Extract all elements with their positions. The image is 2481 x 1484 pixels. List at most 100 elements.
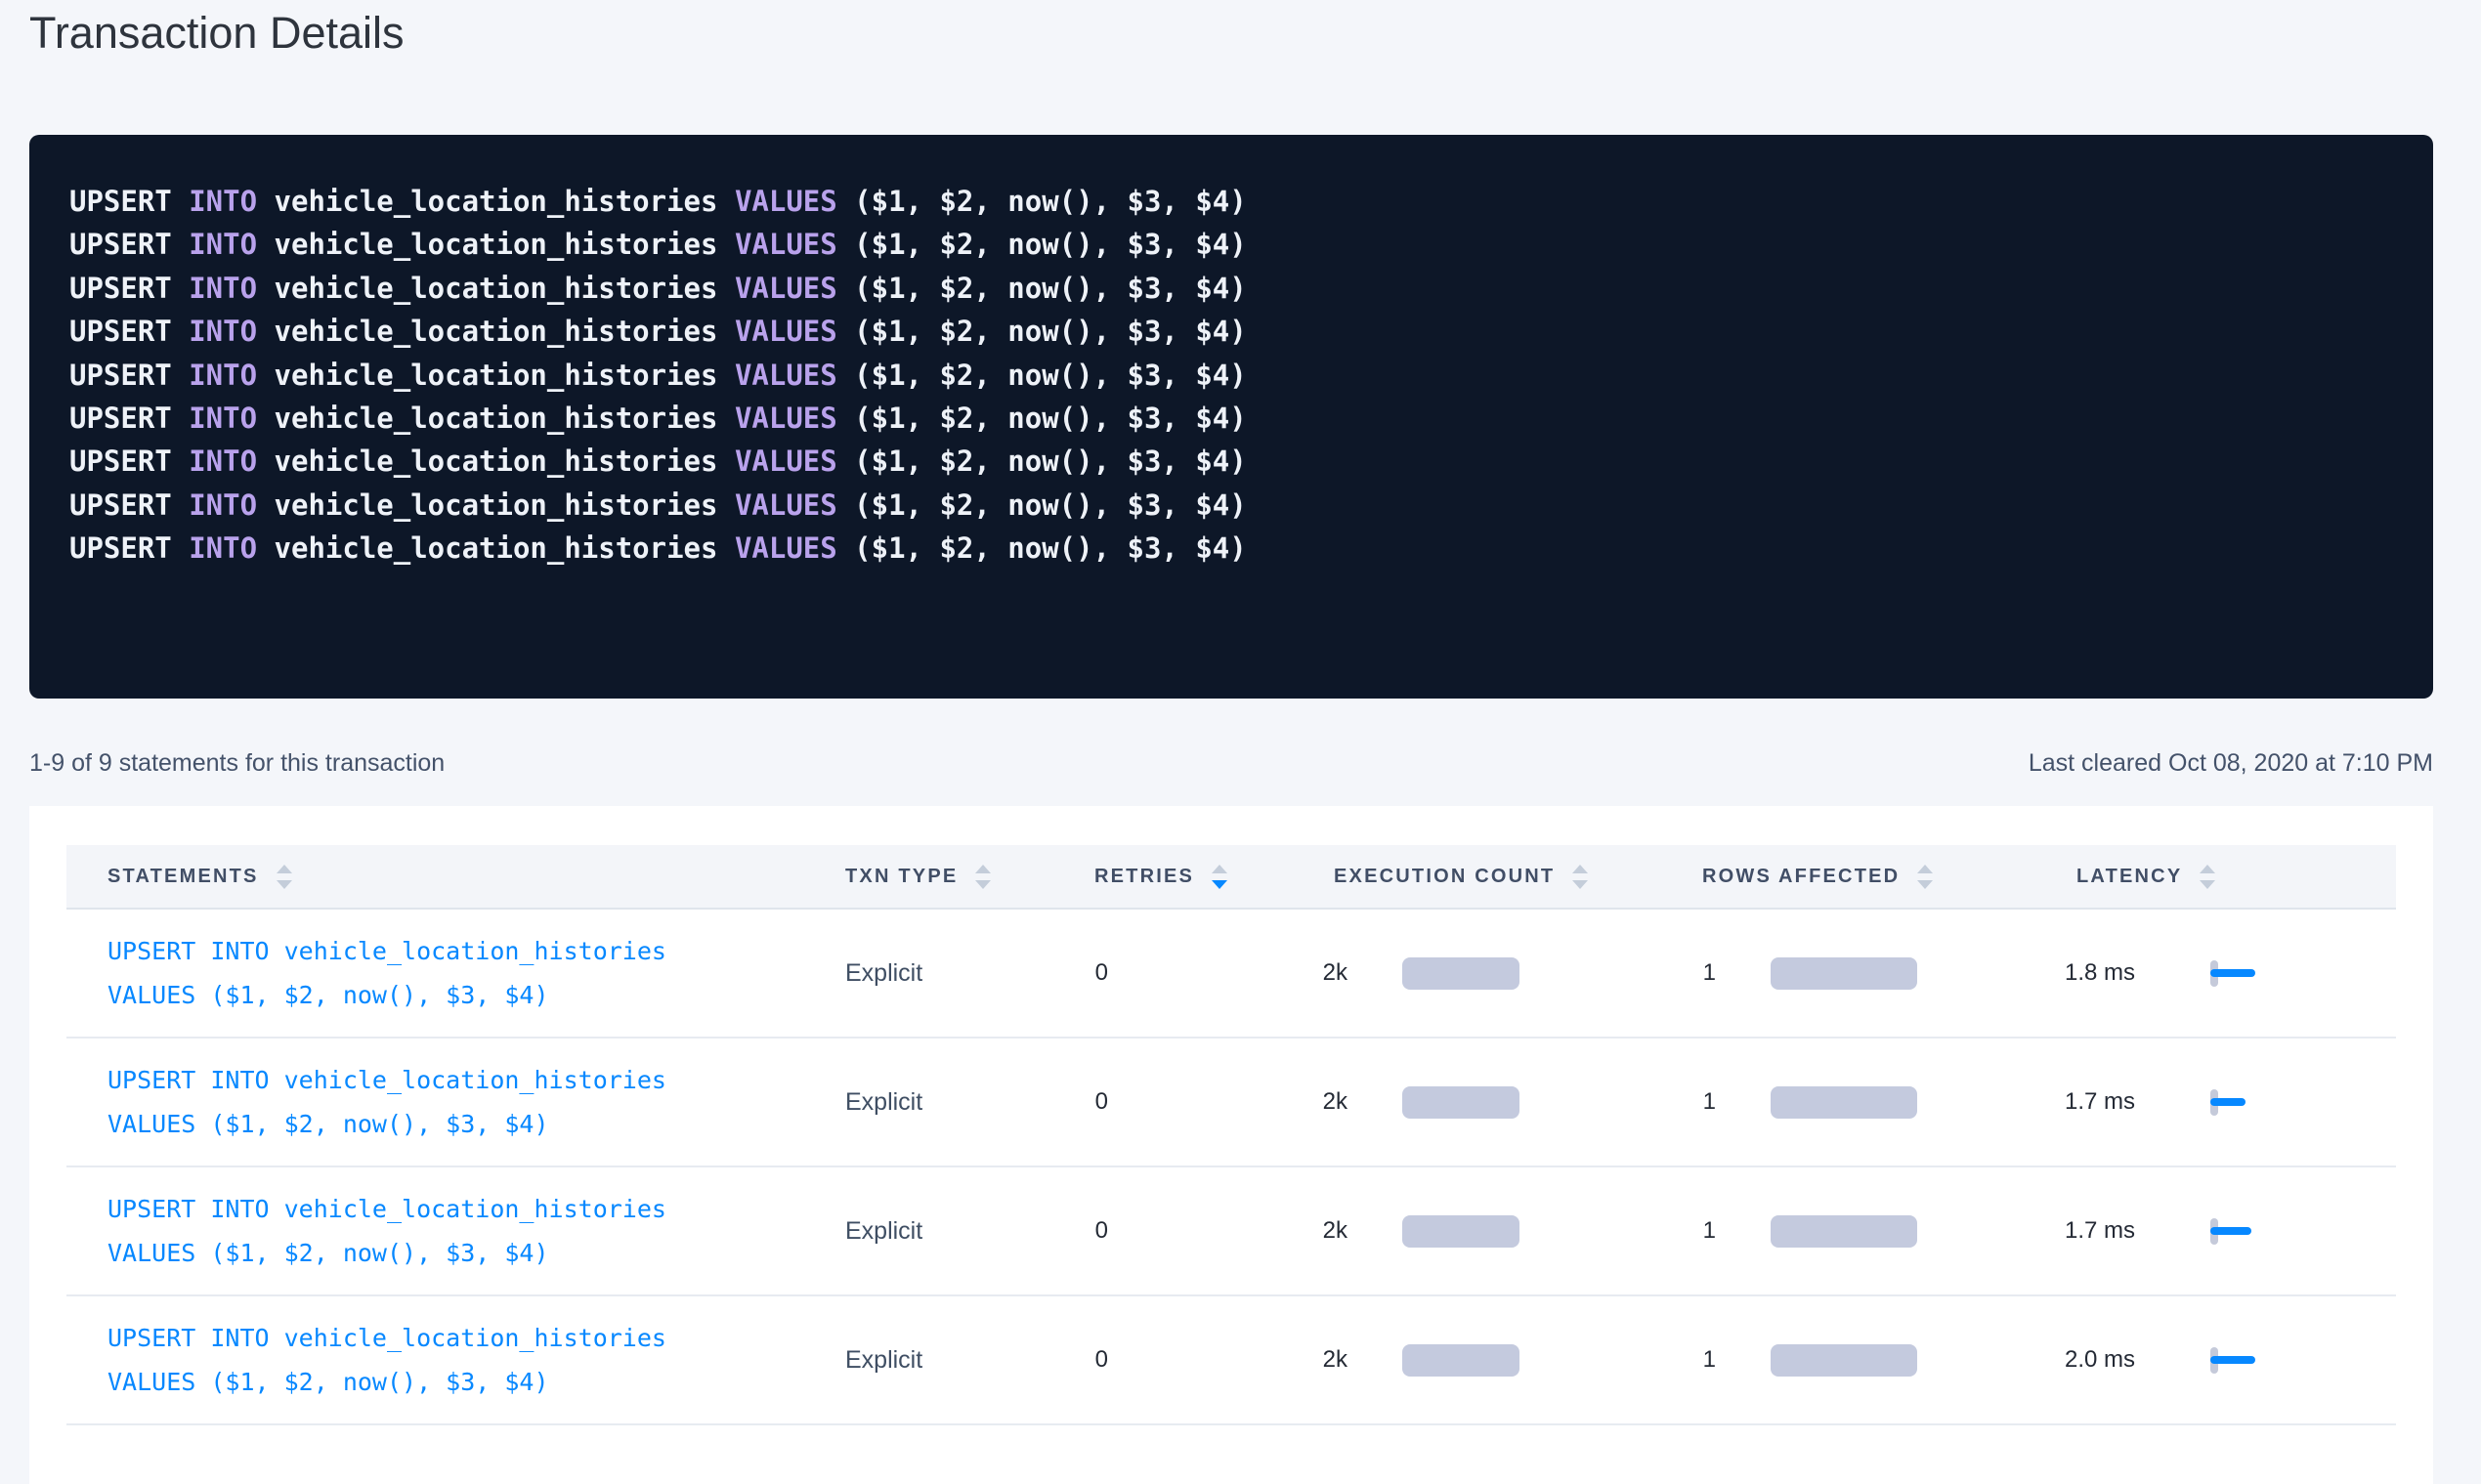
statement-link[interactable]: UPSERT INTO vehicle_location_histories [107,1187,845,1231]
statement-link[interactable]: VALUES ($1, $2, now(), $3, $4) [107,1360,845,1404]
statement-link[interactable]: VALUES ($1, $2, now(), $3, $4) [107,1102,845,1146]
statement-cell: UPSERT INTO vehicle_location_histories V… [107,929,845,1017]
rows-affected-bar [1771,957,1917,990]
sort-arrows-icon[interactable] [1572,865,1588,889]
latency-cell: 1.8 ms [2076,959,2396,987]
sort-desc-icon[interactable] [277,880,292,889]
code-line: UPSERT INTO vehicle_location_histories V… [69,310,2394,353]
execution-count-bar [1402,1344,1519,1377]
sort-desc-icon[interactable] [1212,880,1227,889]
rows-affected-cell: 1 [1702,1086,2076,1119]
transaction-statements-code-block: UPSERT INTO vehicle_location_histories V… [29,135,2433,699]
sql-keyword-into: INTO [189,185,274,218]
sql-table-name: vehicle_location_histories [275,185,735,218]
sort-asc-icon[interactable] [2200,865,2215,873]
code-line: UPSERT INTO vehicle_location_histories V… [69,267,2394,310]
column-header-latency[interactable]: LATENCY [2076,865,2396,889]
sort-arrows-icon[interactable] [1212,865,1227,889]
sort-arrows-icon[interactable] [975,865,991,889]
table-row: UPSERT INTO vehicle_location_histories V… [66,910,2396,1039]
page-title: Transaction Details [29,6,2481,61]
latency-bar [2210,1356,2255,1364]
sort-asc-icon[interactable] [1917,865,1933,873]
statement-cell: UPSERT INTO vehicle_location_histories V… [107,1316,845,1404]
sort-asc-icon[interactable] [975,865,991,873]
retries-value: 0 [1057,1088,1108,1116]
sort-desc-icon[interactable] [1917,880,1933,889]
statements-summary-row: 1-9 of 9 statements for this transaction… [29,747,2433,779]
sql-values-args: ($1, $2, now(), $3, $4) [854,185,1247,218]
rows-affected-value: 1 [1665,1217,1716,1245]
table-row: UPSERT INTO vehicle_location_histories V… [66,1296,2396,1425]
sort-desc-icon[interactable] [1572,880,1588,889]
latency-cell: 1.7 ms [2076,1217,2396,1245]
sort-arrows-icon[interactable] [2200,865,2215,889]
statements-table-header: STATEMENTS TXN TYPE RETRIES EXECUTION CO… [66,845,2396,910]
latency-bar-chart [2210,960,2298,987]
code-line: UPSERT INTO vehicle_location_histories V… [69,354,2394,397]
column-header-execution-count[interactable]: EXECUTION COUNT [1334,865,1702,889]
execution-count-value: 2k [1297,1346,1347,1374]
code-line: UPSERT INTO vehicle_location_histories V… [69,397,2394,440]
sort-asc-icon[interactable] [1212,865,1227,873]
latency-cell: 1.7 ms [2076,1088,2396,1116]
sort-asc-icon[interactable] [277,865,292,873]
retries-value: 0 [1057,959,1108,987]
table-row: UPSERT INTO vehicle_location_histories V… [66,1039,2396,1167]
table-row: UPSERT INTO vehicle_location_histories V… [66,1167,2396,1296]
code-line: UPSERT INTO vehicle_location_histories V… [69,223,2394,266]
sort-arrows-icon[interactable] [1917,865,1933,889]
rows-affected-bar [1771,1215,1917,1248]
column-header-retries[interactable]: RETRIES [1094,865,1334,889]
statements-range-text: 1-9 of 9 statements for this transaction [29,747,445,779]
rows-affected-bar [1771,1086,1917,1119]
execution-count-bar [1402,1086,1519,1119]
retries-value: 0 [1057,1346,1108,1374]
statement-link[interactable]: VALUES ($1, $2, now(), $3, $4) [107,973,845,1017]
rows-affected-cell: 1 [1702,957,2076,990]
latency-value: 1.8 ms [2065,959,2143,987]
rows-affected-cell: 1 [1702,1215,2076,1248]
latency-value: 2.0 ms [2065,1346,2143,1374]
latency-cell: 2.0 ms [2076,1346,2396,1374]
sort-asc-icon[interactable] [1572,865,1588,873]
statement-link[interactable]: UPSERT INTO vehicle_location_histories [107,1058,845,1102]
execution-count-value: 2k [1297,1217,1347,1245]
statement-cell: UPSERT INTO vehicle_location_histories V… [107,1187,845,1275]
execution-count-value: 2k [1297,1088,1347,1116]
rows-affected-bar [1771,1344,1917,1377]
column-header-rows-affected[interactable]: ROWS AFFECTED [1702,865,2076,889]
execution-count-cell: 2k [1334,1344,1702,1377]
code-line: UPSERT INTO vehicle_location_histories V… [69,180,2394,223]
sort-desc-icon[interactable] [975,880,991,889]
code-line: UPSERT INTO vehicle_location_histories V… [69,527,2394,570]
execution-count-bar [1402,1215,1519,1248]
latency-bar-chart [2210,1089,2298,1116]
statement-link[interactable]: UPSERT INTO vehicle_location_histories [107,929,845,973]
sql-keyword-upsert: UPSERT [69,185,189,218]
execution-count-cell: 2k [1334,1215,1702,1248]
rows-affected-value: 1 [1665,1346,1716,1374]
statement-cell: UPSERT INTO vehicle_location_histories V… [107,1058,845,1146]
statement-link[interactable]: UPSERT INTO vehicle_location_histories [107,1316,845,1360]
rows-affected-value: 1 [1665,959,1716,987]
last-cleared-text: Last cleared Oct 08, 2020 at 7:10 PM [2029,747,2433,779]
statements-table-card: STATEMENTS TXN TYPE RETRIES EXECUTION CO… [29,806,2433,1484]
latency-value: 1.7 ms [2065,1217,2143,1245]
sql-keyword-values: VALUES [735,185,854,218]
column-header-statements[interactable]: STATEMENTS [107,865,845,889]
sort-arrows-icon[interactable] [277,865,292,889]
sort-desc-icon[interactable] [2200,880,2215,889]
column-header-txn-type[interactable]: TXN TYPE [845,865,1094,889]
latency-bar [2210,969,2255,977]
latency-bar-chart [2210,1218,2298,1245]
rows-affected-value: 1 [1665,1088,1716,1116]
execution-count-cell: 2k [1334,957,1702,990]
execution-count-cell: 2k [1334,1086,1702,1119]
statement-link[interactable]: VALUES ($1, $2, now(), $3, $4) [107,1231,845,1275]
execution-count-bar [1402,957,1519,990]
latency-bar [2210,1227,2251,1235]
latency-bar-chart [2210,1347,2298,1374]
code-line: UPSERT INTO vehicle_location_histories V… [69,440,2394,483]
execution-count-value: 2k [1297,959,1347,987]
